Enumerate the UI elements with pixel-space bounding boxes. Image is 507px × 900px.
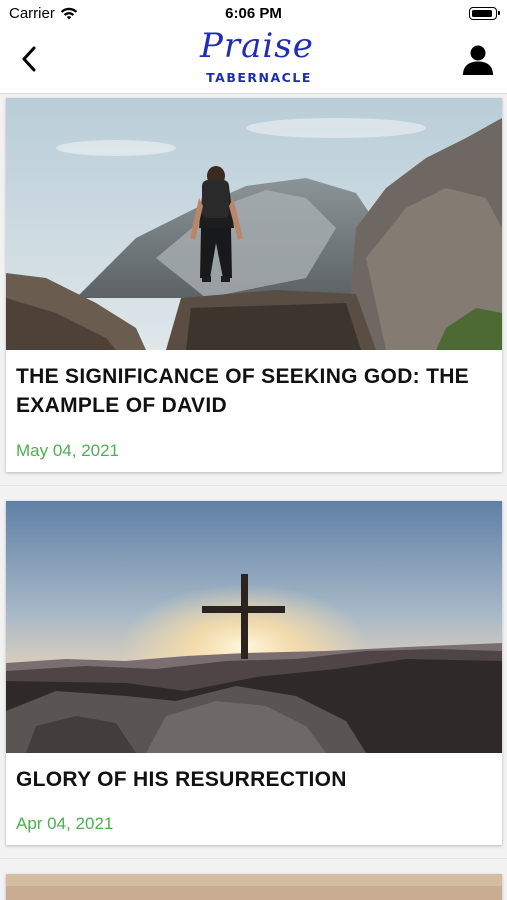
post-title: GLORY OF HIS RESURRECTION — [16, 768, 347, 791]
status-time: 6:06 PM — [225, 5, 282, 22]
divider — [0, 485, 507, 486]
post-date: Apr 04, 2021 — [16, 814, 114, 833]
screen: Carrier 6:06 PM Praise TABERNACLE THE SI… — [0, 0, 507, 900]
post-card[interactable] — [6, 874, 502, 900]
divider — [0, 858, 507, 859]
battery-icon — [469, 7, 500, 20]
post-title: THE SIGNIFICANCE OF SEEKING GOD: THE EXA… — [16, 365, 469, 417]
post-image-partial — [6, 874, 502, 900]
post-image-cross-sunset — [6, 501, 502, 753]
post-card[interactable]: THE SIGNIFICANCE OF SEEKING GOD: THE EXA… — [6, 98, 502, 472]
app-logo: Praise TABERNACLE — [190, 26, 320, 90]
chevron-left-icon — [22, 46, 36, 72]
post-card[interactable]: GLORY OF HIS RESURRECTION Apr 04, 2021 — [6, 501, 502, 845]
logo-script-text: Praise — [200, 26, 314, 66]
user-icon — [463, 45, 493, 75]
profile-button[interactable] — [461, 42, 495, 76]
post-image-hiker — [6, 98, 502, 350]
logo-subtitle: TABERNACLE — [206, 70, 312, 85]
status-bar: Carrier 6:06 PM — [0, 0, 507, 28]
post-date: May 04, 2021 — [16, 441, 120, 460]
back-button[interactable] — [14, 44, 44, 74]
nav-bar: Praise TABERNACLE — [0, 26, 507, 94]
